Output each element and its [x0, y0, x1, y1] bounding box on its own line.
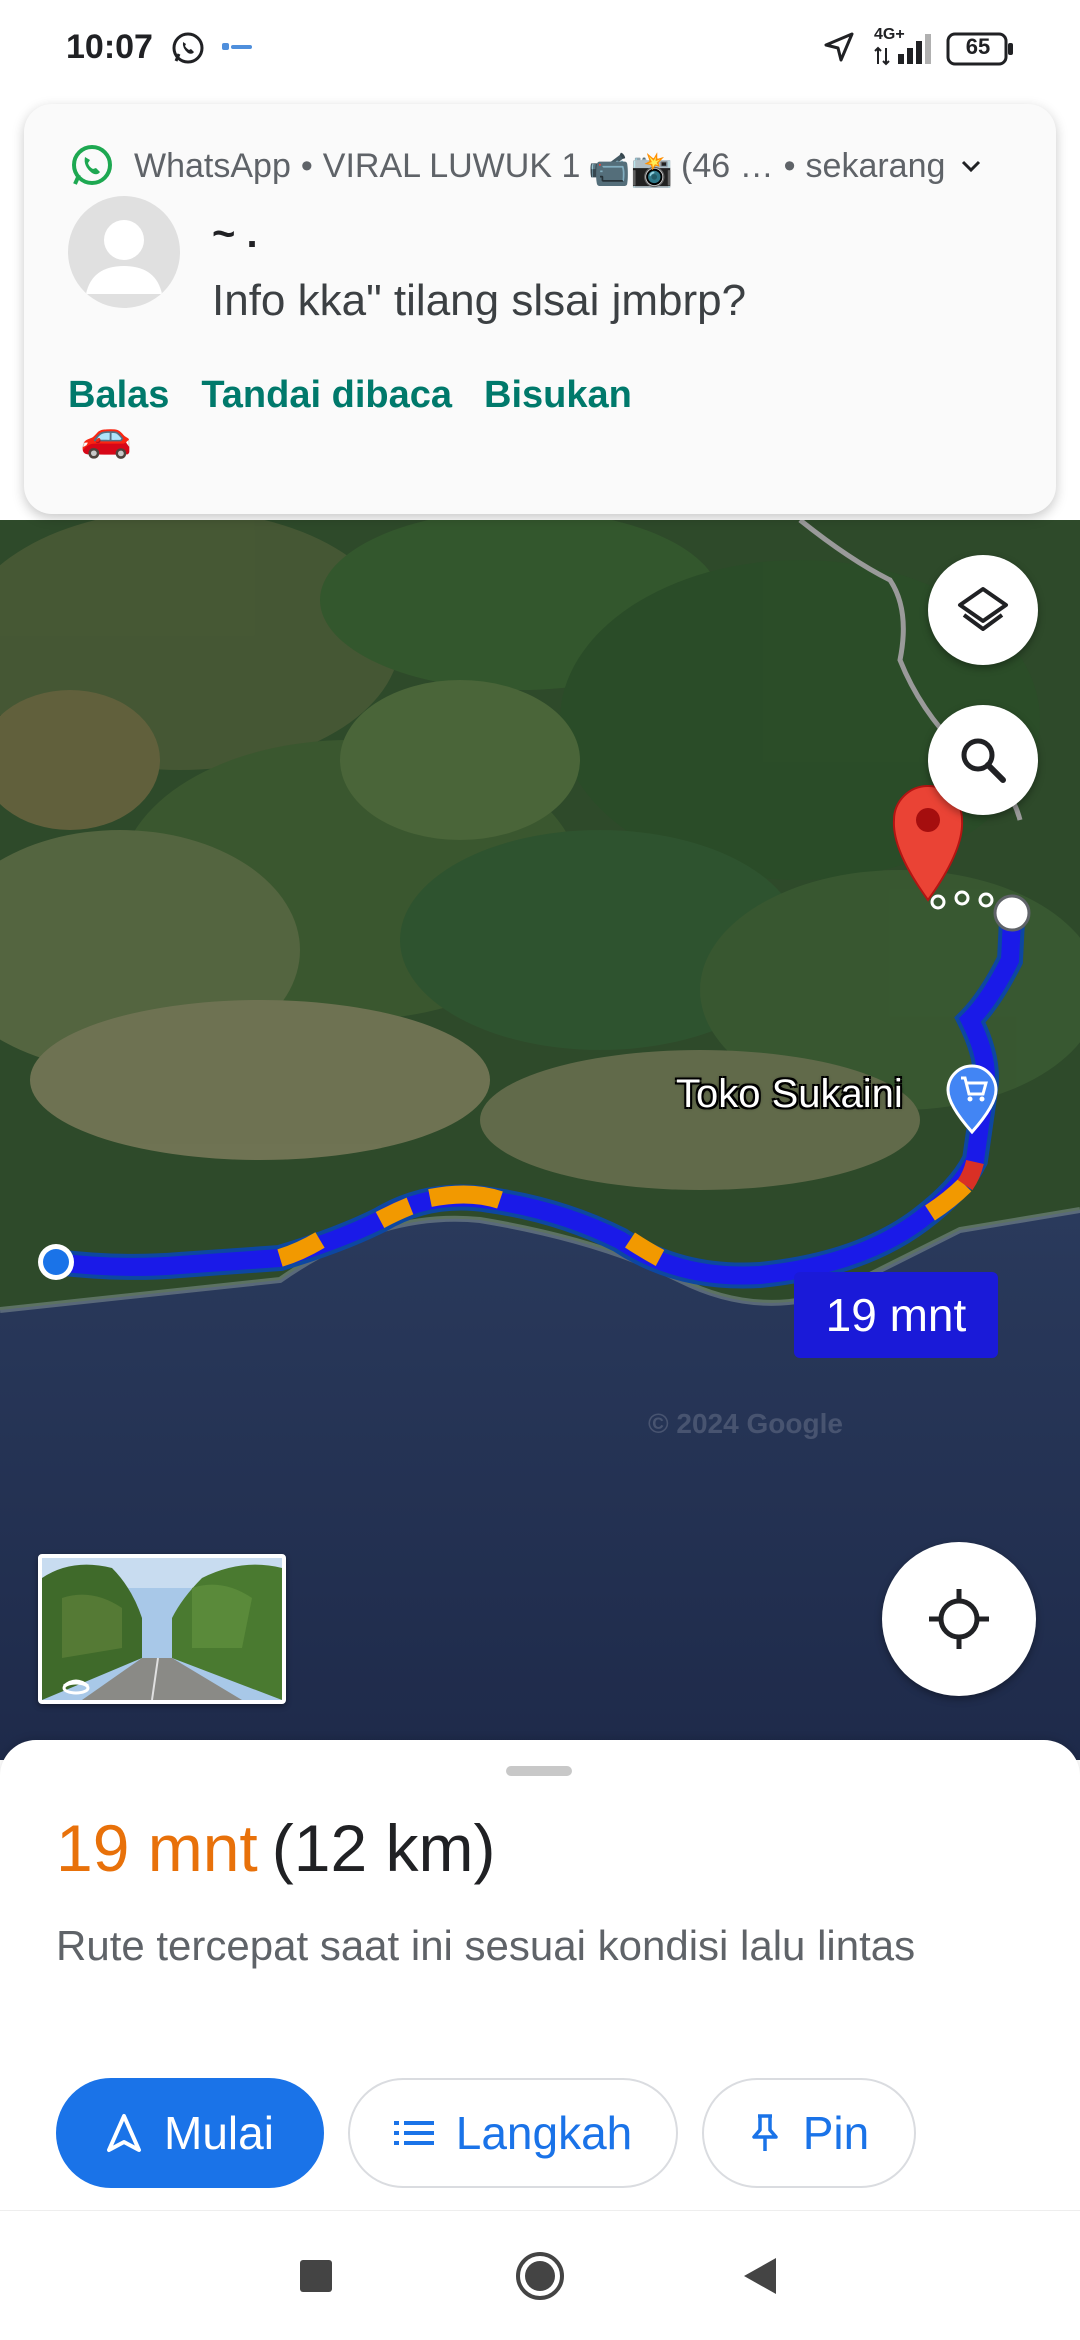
- app-status-icon: [222, 43, 252, 50]
- home-button[interactable]: [480, 2211, 600, 2340]
- location-arrow-icon: [824, 32, 854, 62]
- recents-button[interactable]: [256, 2211, 376, 2340]
- whatsapp-status-icon: [172, 32, 204, 64]
- directions-bottom-sheet[interactable]: 19 mnt (12 km) Rute tercepat saat ini ses…: [0, 1740, 1080, 2210]
- circle-icon: [516, 2252, 564, 2300]
- mute-action[interactable]: Bisukan: [484, 374, 632, 417]
- sheet-actions: Mulai Langkah Pin: [56, 2078, 916, 2188]
- notification-actions: Balas Tandai dibaca Bisukan: [68, 374, 632, 417]
- route-description: Rute tercepat saat ini sesuai kondisi la…: [56, 1922, 916, 1969]
- notification-group-name: VIRAL LUWUK 1: [322, 146, 581, 185]
- search-along-route-button[interactable]: [928, 705, 1038, 815]
- steps-button[interactable]: Langkah: [348, 2078, 678, 2188]
- header-separator: •: [300, 146, 313, 185]
- route-duration: 19 mnt: [56, 1811, 258, 1885]
- mark-as-read-action[interactable]: Tandai dibaca: [201, 374, 452, 417]
- place-label[interactable]: Toko Sukaini: [676, 1072, 903, 1117]
- pin-button[interactable]: Pin: [702, 2078, 916, 2188]
- system-navigation-bar: [0, 2210, 1080, 2340]
- whatsapp-notification[interactable]: 🚗 WhatsApp • VIRAL LUWUK 1 📹📸 (46 … • se…: [24, 104, 1056, 514]
- list-icon: [393, 2121, 434, 2145]
- street-view-thumbnail[interactable]: [38, 1554, 286, 1704]
- pin-label: Pin: [802, 2107, 870, 2159]
- pushpin-icon: [752, 2114, 778, 2151]
- start-label: Mulai: [164, 2107, 274, 2159]
- sheet-drag-handle[interactable]: [506, 1766, 572, 1776]
- layers-button[interactable]: [928, 555, 1038, 665]
- ghost-car-icon: 🚗: [80, 412, 133, 459]
- route-eta-label[interactable]: 19 mnt: [794, 1272, 998, 1358]
- clock: 10:07: [66, 28, 153, 66]
- steps-label: Langkah: [455, 2107, 633, 2159]
- my-location-icon: [929, 1589, 989, 1649]
- navigation-arrow-icon: [107, 2114, 142, 2152]
- back-button[interactable]: [700, 2211, 820, 2340]
- chevron-down-icon[interactable]: [957, 152, 985, 180]
- map-copyright: © 2024 Google: [648, 1408, 843, 1439]
- avatar: [68, 196, 180, 308]
- header-separator: •: [783, 146, 796, 185]
- message-count: (46 …: [681, 146, 774, 185]
- group-emojis: 📹📸: [588, 151, 674, 189]
- battery-level: 65: [965, 34, 991, 59]
- route-distance: (12 km): [271, 1811, 496, 1885]
- search-icon: [961, 738, 1006, 783]
- square-icon: [300, 2260, 332, 2292]
- signal-icon: 4G+: [872, 26, 938, 66]
- map-view[interactable]: Toko Sukaini 19 mnt © 2024 Google: [0, 520, 1080, 1760]
- status-bar: 10:07 4G+ 65: [0, 0, 1080, 100]
- notification-message: Info kka" tilang slsai jmbrp?: [212, 276, 747, 325]
- notification-app-name: WhatsApp: [134, 146, 291, 185]
- reply-action[interactable]: Balas: [68, 374, 169, 417]
- whatsapp-icon: [72, 145, 112, 185]
- my-location-button[interactable]: [882, 1542, 1036, 1696]
- route-summary: 19 mnt (12 km): [56, 1810, 495, 1886]
- layers-icon: [958, 587, 1008, 631]
- triangle-back-icon: [744, 2258, 776, 2294]
- start-navigation-button[interactable]: Mulai: [56, 2078, 324, 2188]
- notification-sender: ~ .: [212, 212, 258, 256]
- notification-time: sekarang: [805, 146, 946, 185]
- default-avatar-icon: [86, 220, 162, 294]
- notification-header: WhatsApp • VIRAL LUWUK 1 📹📸 (46 … • seka…: [68, 142, 985, 190]
